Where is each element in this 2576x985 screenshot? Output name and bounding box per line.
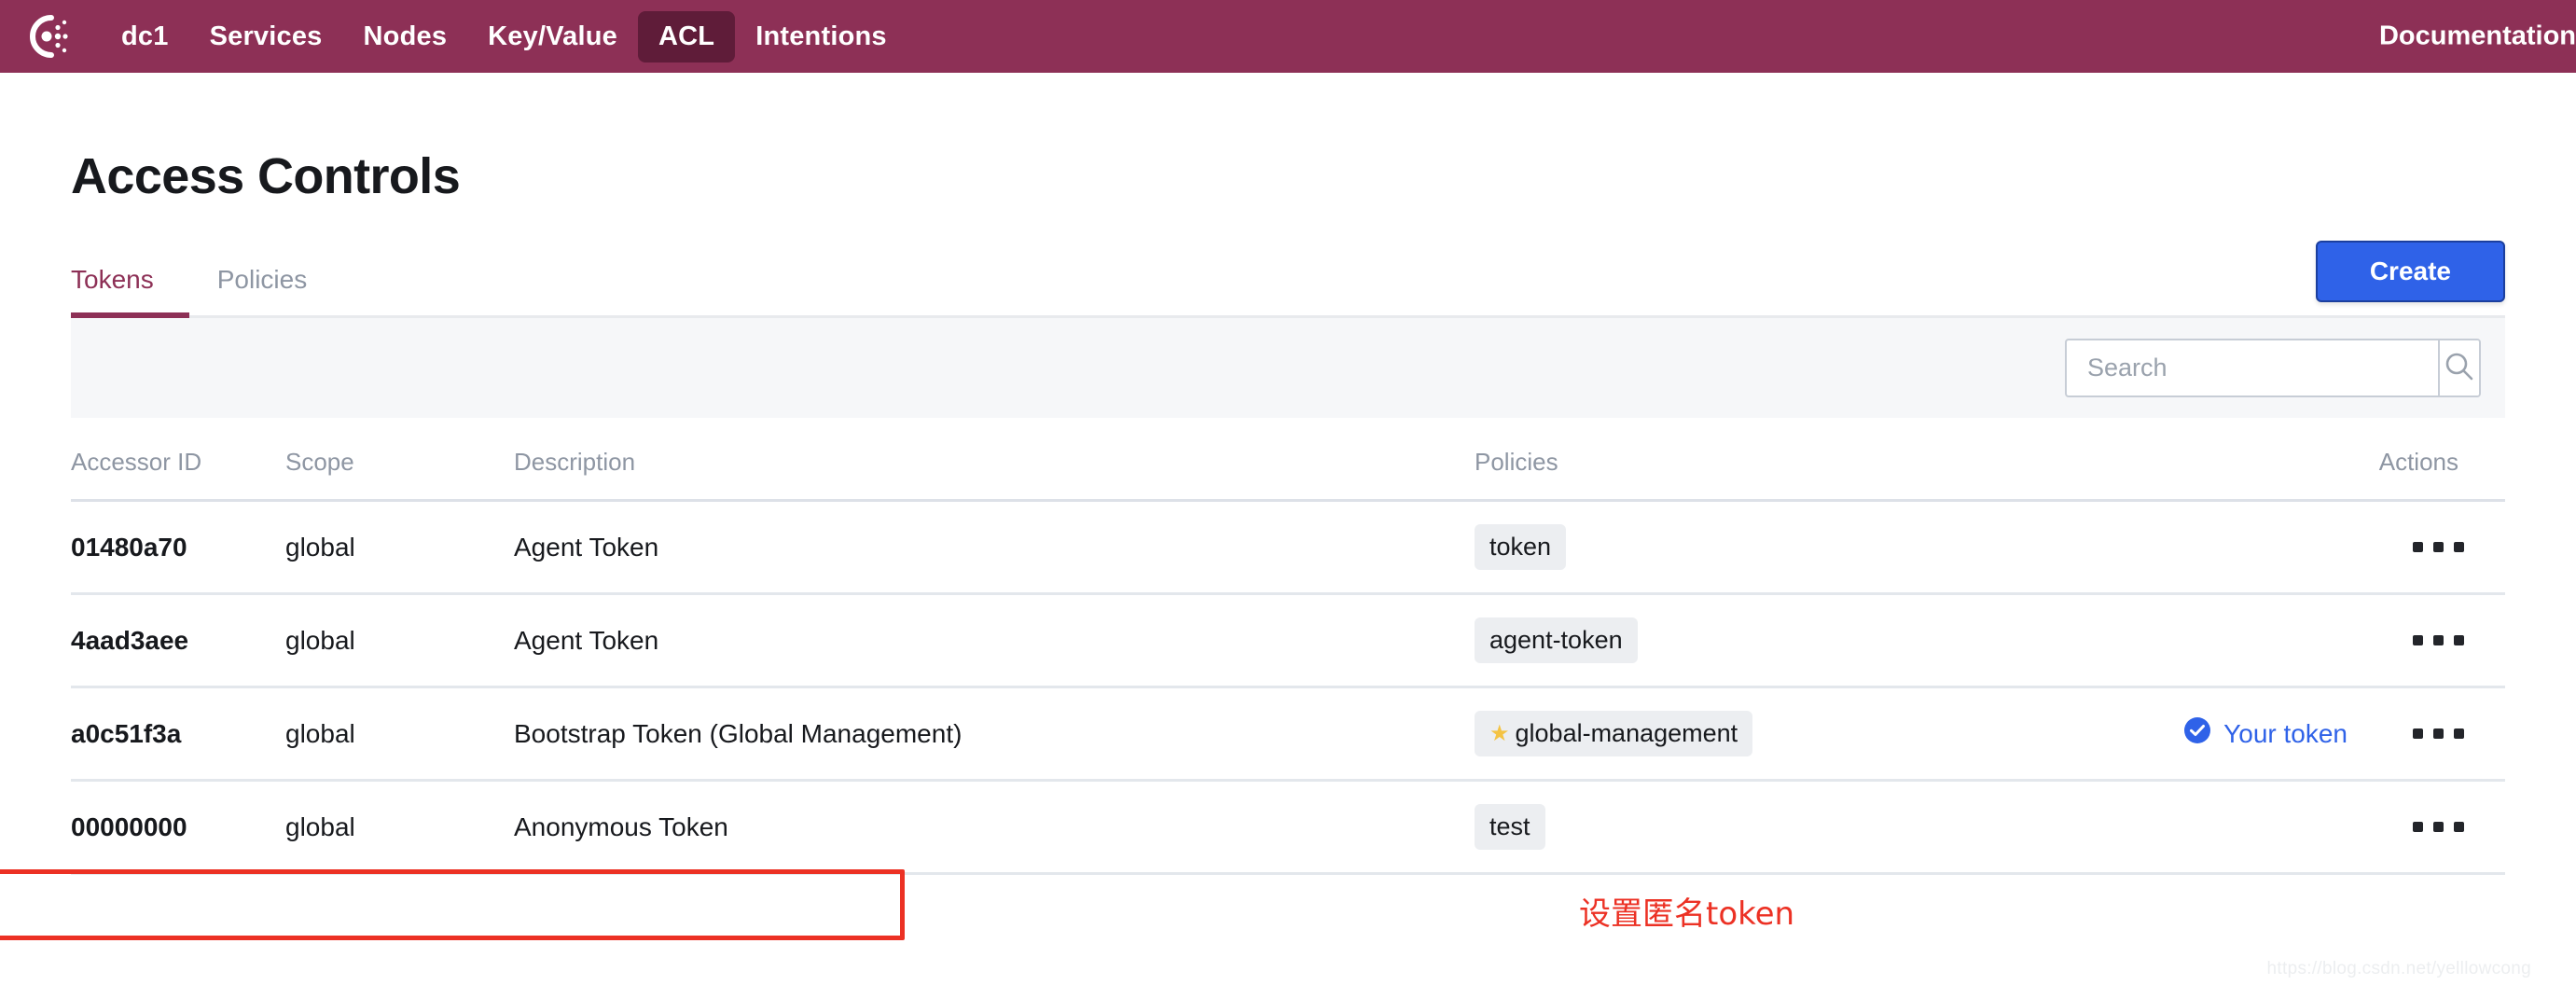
row-menu-button[interactable] [2400, 626, 2477, 655]
cell-description: Bootstrap Token (Global Management) [514, 718, 963, 748]
check-circle-icon [2183, 716, 2211, 751]
search-button[interactable] [2438, 340, 2479, 395]
nav-items: dc1 Services Nodes Key/Value ACL Intenti… [101, 10, 907, 62]
header-accessor-id[interactable]: Accessor ID [71, 418, 285, 502]
table-header: Accessor ID Scope Description Policies A… [71, 418, 2505, 502]
table-row[interactable]: 01480a70 global Agent Token token [71, 500, 2505, 595]
policy-chip[interactable]: token [1475, 524, 1567, 570]
row-actions: Your token [2127, 716, 2505, 751]
search-icon [2444, 351, 2475, 385]
tab-tokens[interactable]: Tokens [71, 265, 189, 318]
search-box[interactable] [2065, 339, 2481, 397]
nav-item-acl[interactable]: ACL [637, 10, 736, 62]
policy-chip-label: global-management [1515, 719, 1738, 747]
cell-accessor-id: 4aad3aee [71, 625, 189, 655]
cell-scope: global [285, 532, 355, 562]
cell-scope: global [285, 812, 355, 841]
header-scope[interactable]: Scope [285, 418, 514, 502]
table-body: 01480a70 global Agent Token token 4aad3a… [71, 500, 2505, 875]
nav-item-intentions[interactable]: Intentions [735, 11, 907, 62]
cell-scope: global [285, 625, 355, 655]
consul-logo-icon[interactable] [22, 11, 73, 62]
cell-accessor-id: 00000000 [71, 812, 187, 841]
kebab-dot-icon [2454, 728, 2464, 739]
policy-chip[interactable]: agent-token [1475, 617, 1638, 663]
tab-list: Tokens Policies [71, 265, 335, 318]
row-menu-button[interactable] [2400, 812, 2477, 841]
nav-right: Documentation [2379, 21, 2576, 52]
filter-toolbar [71, 318, 2505, 418]
policy-chip[interactable]: ★ global-management [1475, 711, 1753, 756]
your-token-badge[interactable]: Your token [2183, 716, 2347, 751]
tab-bar: Tokens Policies Create [71, 241, 2505, 318]
your-token-label: Your token [2223, 718, 2347, 748]
row-actions [2127, 812, 2505, 841]
cell-description: Agent Token [514, 532, 659, 562]
kebab-dot-icon [2433, 822, 2444, 832]
kebab-dot-icon [2454, 822, 2464, 832]
nav-documentation-link[interactable]: Documentation [2379, 21, 2576, 52]
tab-policies[interactable]: Policies [189, 265, 335, 315]
kebab-dot-icon [2454, 635, 2464, 645]
policy-chip-label: token [1489, 533, 1552, 561]
tokens-table: Accessor ID Scope Description Policies A… [71, 418, 2505, 875]
nav-item-key-value[interactable]: Key/Value [467, 11, 638, 62]
kebab-dot-icon [2413, 635, 2423, 645]
row-highlight-annotation [0, 869, 905, 940]
row-menu-button[interactable] [2400, 533, 2477, 562]
header-actions: Actions [2127, 418, 2505, 502]
row-actions [2127, 626, 2505, 655]
search-input[interactable] [2067, 340, 2438, 395]
annotation-text: 设置匿名token [1579, 895, 1795, 933]
cell-accessor-id: 01480a70 [71, 532, 187, 562]
cell-description: Agent Token [514, 625, 659, 655]
table-header-row: Accessor ID Scope Description Policies A… [71, 418, 2505, 502]
page-body: Access Controls Tokens Policies Create S… [0, 73, 2576, 985]
kebab-dot-icon [2433, 728, 2444, 739]
row-actions [2127, 533, 2505, 562]
cell-description: Anonymous Token [514, 812, 728, 841]
policy-chip-label: test [1489, 812, 1530, 840]
nav-item-nodes[interactable]: Nodes [343, 11, 468, 62]
top-navbar: dc1 Services Nodes Key/Value ACL Intenti… [0, 0, 2576, 73]
header-description[interactable]: Description [514, 418, 1475, 502]
kebab-dot-icon [2433, 542, 2444, 552]
table-row[interactable]: 4aad3aee global Agent Token agent-token [71, 593, 2505, 688]
kebab-dot-icon [2413, 822, 2423, 832]
table-row[interactable]: 00000000 global Anonymous Token test [71, 780, 2505, 875]
policy-chip-label: agent-token [1489, 626, 1623, 654]
kebab-dot-icon [2413, 728, 2423, 739]
cell-scope: global [285, 718, 355, 748]
header-policies[interactable]: Policies [1475, 418, 2127, 502]
policy-chip[interactable]: test [1475, 804, 1545, 850]
table-row[interactable]: a0c51f3a global Bootstrap Token (Global … [71, 687, 2505, 782]
kebab-dot-icon [2433, 635, 2444, 645]
cell-accessor-id: a0c51f3a [71, 718, 182, 748]
page-title: Access Controls [71, 148, 461, 204]
kebab-dot-icon [2413, 542, 2423, 552]
create-button[interactable]: Create [2315, 241, 2505, 302]
star-icon: ★ [1489, 720, 1510, 746]
row-menu-button[interactable] [2400, 719, 2477, 748]
watermark: https://blog.csdn.net/yelllowcong [2266, 959, 2531, 978]
nav-item-services[interactable]: Services [189, 11, 343, 62]
nav-item-dc1[interactable]: dc1 [101, 11, 189, 62]
kebab-dot-icon [2454, 542, 2464, 552]
